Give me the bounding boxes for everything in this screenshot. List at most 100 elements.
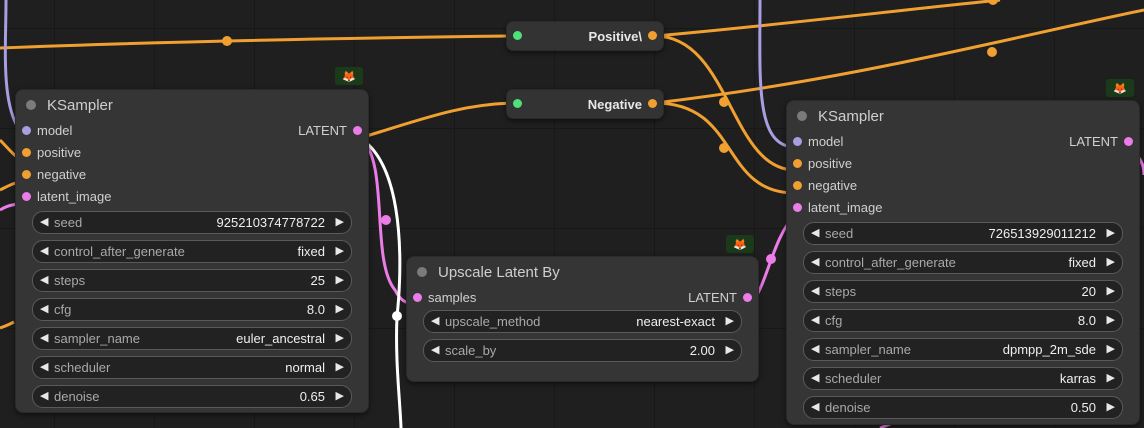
slot-positive[interactable]: positive: [16, 142, 368, 164]
input-dot[interactable]: [22, 170, 31, 179]
output-dot[interactable]: [743, 293, 752, 302]
output-dot[interactable]: [353, 126, 362, 135]
slot-model[interactable]: model LATENT: [787, 131, 1139, 153]
input-dot[interactable]: [793, 159, 802, 168]
decrement-arrow-icon[interactable]: ◀: [811, 342, 819, 355]
node-title: KSampler: [818, 107, 884, 125]
widget-denoise[interactable]: ◀ denoise 0.50 ▶: [803, 396, 1123, 419]
widget-name: control_after_generate: [54, 244, 185, 259]
widget-cfg[interactable]: ◀ cfg 8.0 ▶: [32, 298, 352, 321]
increment-arrow-icon[interactable]: ▶: [726, 343, 734, 356]
input-dot[interactable]: [513, 99, 522, 108]
increment-arrow-icon[interactable]: ▶: [726, 314, 734, 327]
decrement-arrow-icon[interactable]: ◀: [431, 343, 439, 356]
widget-scale-by[interactable]: ◀ scale_by 2.00 ▶: [423, 339, 742, 362]
increment-arrow-icon[interactable]: ▶: [336, 331, 344, 344]
fox-icon: 🦊: [726, 235, 754, 253]
decrement-arrow-icon[interactable]: ◀: [40, 360, 48, 373]
slot-positive[interactable]: positive: [787, 153, 1139, 175]
decrement-arrow-icon[interactable]: ◀: [40, 389, 48, 402]
increment-arrow-icon[interactable]: ▶: [336, 215, 344, 228]
ksampler-node-left[interactable]: KSampler model LATENT positive negative …: [15, 89, 369, 413]
node-title-bar[interactable]: KSampler: [16, 90, 368, 120]
wire-positive-left: [0, 34, 511, 50]
widget-control-after-generate[interactable]: ◀ control_after_generate fixed ▶: [803, 251, 1123, 274]
slot-latent-image[interactable]: latent_image: [787, 197, 1139, 219]
widget-value: 8.0: [1077, 313, 1096, 328]
decrement-arrow-icon[interactable]: ◀: [40, 244, 48, 257]
input-dot[interactable]: [513, 31, 522, 40]
increment-arrow-icon[interactable]: ▶: [336, 360, 344, 373]
increment-arrow-icon[interactable]: ▶: [336, 273, 344, 286]
widget-control-after-generate[interactable]: ◀ control_after_generate fixed ▶: [32, 240, 352, 263]
input-dot[interactable]: [413, 293, 422, 302]
slot-latent-image[interactable]: latent_image: [16, 186, 368, 208]
input-dot[interactable]: [793, 181, 802, 190]
collapse-dot[interactable]: [26, 100, 36, 110]
widget-name: cfg: [825, 313, 843, 328]
increment-arrow-icon[interactable]: ▶: [1107, 284, 1115, 297]
decrement-arrow-icon[interactable]: ◀: [40, 273, 48, 286]
positive-prompt-node[interactable]: Positive\: [506, 21, 664, 51]
decrement-arrow-icon[interactable]: ◀: [40, 331, 48, 344]
wire-negative-top: [654, 8, 1144, 105]
output-dot[interactable]: [648, 99, 657, 108]
increment-arrow-icon[interactable]: ▶: [1107, 371, 1115, 384]
slot-label: samples: [428, 290, 477, 305]
slot-model[interactable]: model LATENT: [16, 120, 368, 142]
widget-seed[interactable]: ◀ seed 726513929011212 ▶: [803, 222, 1123, 245]
output-dot[interactable]: [648, 31, 657, 40]
upscale-latent-node[interactable]: Upscale Latent By samples LATENT ◀ upscal…: [406, 256, 759, 382]
widget-upscale-method[interactable]: ◀ upscale_method nearest-exact ▶: [423, 310, 742, 333]
widget-steps[interactable]: ◀ steps 25 ▶: [32, 269, 352, 292]
widget-cfg[interactable]: ◀ cfg 8.0 ▶: [803, 309, 1123, 332]
widget-steps[interactable]: ◀ steps 20 ▶: [803, 280, 1123, 303]
negative-prompt-node[interactable]: Negative: [506, 89, 664, 119]
widget-value: euler_ancestral: [236, 331, 325, 346]
slot-negative[interactable]: negative: [16, 164, 368, 186]
increment-arrow-icon[interactable]: ▶: [1107, 226, 1115, 239]
reroute-dot: [392, 311, 402, 321]
input-dot[interactable]: [22, 126, 31, 135]
node-title-bar[interactable]: KSampler: [787, 101, 1139, 131]
decrement-arrow-icon[interactable]: ◀: [811, 371, 819, 384]
decrement-arrow-icon[interactable]: ◀: [811, 400, 819, 413]
slot-label: latent_image: [37, 189, 112, 204]
increment-arrow-icon[interactable]: ▶: [336, 302, 344, 315]
output-dot[interactable]: [1124, 137, 1133, 146]
decrement-arrow-icon[interactable]: ◀: [811, 255, 819, 268]
increment-arrow-icon[interactable]: ▶: [1107, 313, 1115, 326]
decrement-arrow-icon[interactable]: ◀: [811, 313, 819, 326]
node-title-bar[interactable]: Upscale Latent By: [407, 257, 758, 287]
widget-scheduler[interactable]: ◀ scheduler karras ▶: [803, 367, 1123, 390]
increment-arrow-icon[interactable]: ▶: [336, 244, 344, 257]
widget-name: scale_by: [445, 343, 497, 358]
widget-scheduler[interactable]: ◀ scheduler normal ▶: [32, 356, 352, 379]
collapse-dot[interactable]: [417, 267, 427, 277]
decrement-arrow-icon[interactable]: ◀: [811, 284, 819, 297]
widget-sampler-name[interactable]: ◀ sampler_name euler_ancestral ▶: [32, 327, 352, 350]
input-dot[interactable]: [22, 192, 31, 201]
increment-arrow-icon[interactable]: ▶: [1107, 342, 1115, 355]
ksampler-node-right[interactable]: KSampler model LATENT positive negative …: [786, 100, 1140, 425]
slot-samples[interactable]: samples LATENT: [407, 287, 758, 309]
decrement-arrow-icon[interactable]: ◀: [40, 302, 48, 315]
decrement-arrow-icon[interactable]: ◀: [40, 215, 48, 228]
increment-arrow-icon[interactable]: ▶: [1107, 255, 1115, 268]
decrement-arrow-icon[interactable]: ◀: [811, 226, 819, 239]
collapse-dot[interactable]: [797, 111, 807, 121]
input-dot[interactable]: [793, 203, 802, 212]
input-dot[interactable]: [22, 148, 31, 157]
widget-sampler-name[interactable]: ◀ sampler_name dpmpp_2m_sde ▶: [803, 338, 1123, 361]
widget-value: 726513929011212: [988, 226, 1097, 241]
widget-denoise[interactable]: ◀ denoise 0.65 ▶: [32, 385, 352, 408]
slot-negative[interactable]: negative: [787, 175, 1139, 197]
increment-arrow-icon[interactable]: ▶: [336, 389, 344, 402]
input-dot[interactable]: [793, 137, 802, 146]
increment-arrow-icon[interactable]: ▶: [1107, 400, 1115, 413]
decrement-arrow-icon[interactable]: ◀: [431, 314, 439, 327]
widget-seed[interactable]: ◀ seed 925210374778722 ▶: [32, 211, 352, 234]
node-title: KSampler: [47, 96, 113, 114]
slot-label: model: [808, 134, 844, 149]
widget-value: dpmpp_2m_sde: [1002, 342, 1096, 357]
